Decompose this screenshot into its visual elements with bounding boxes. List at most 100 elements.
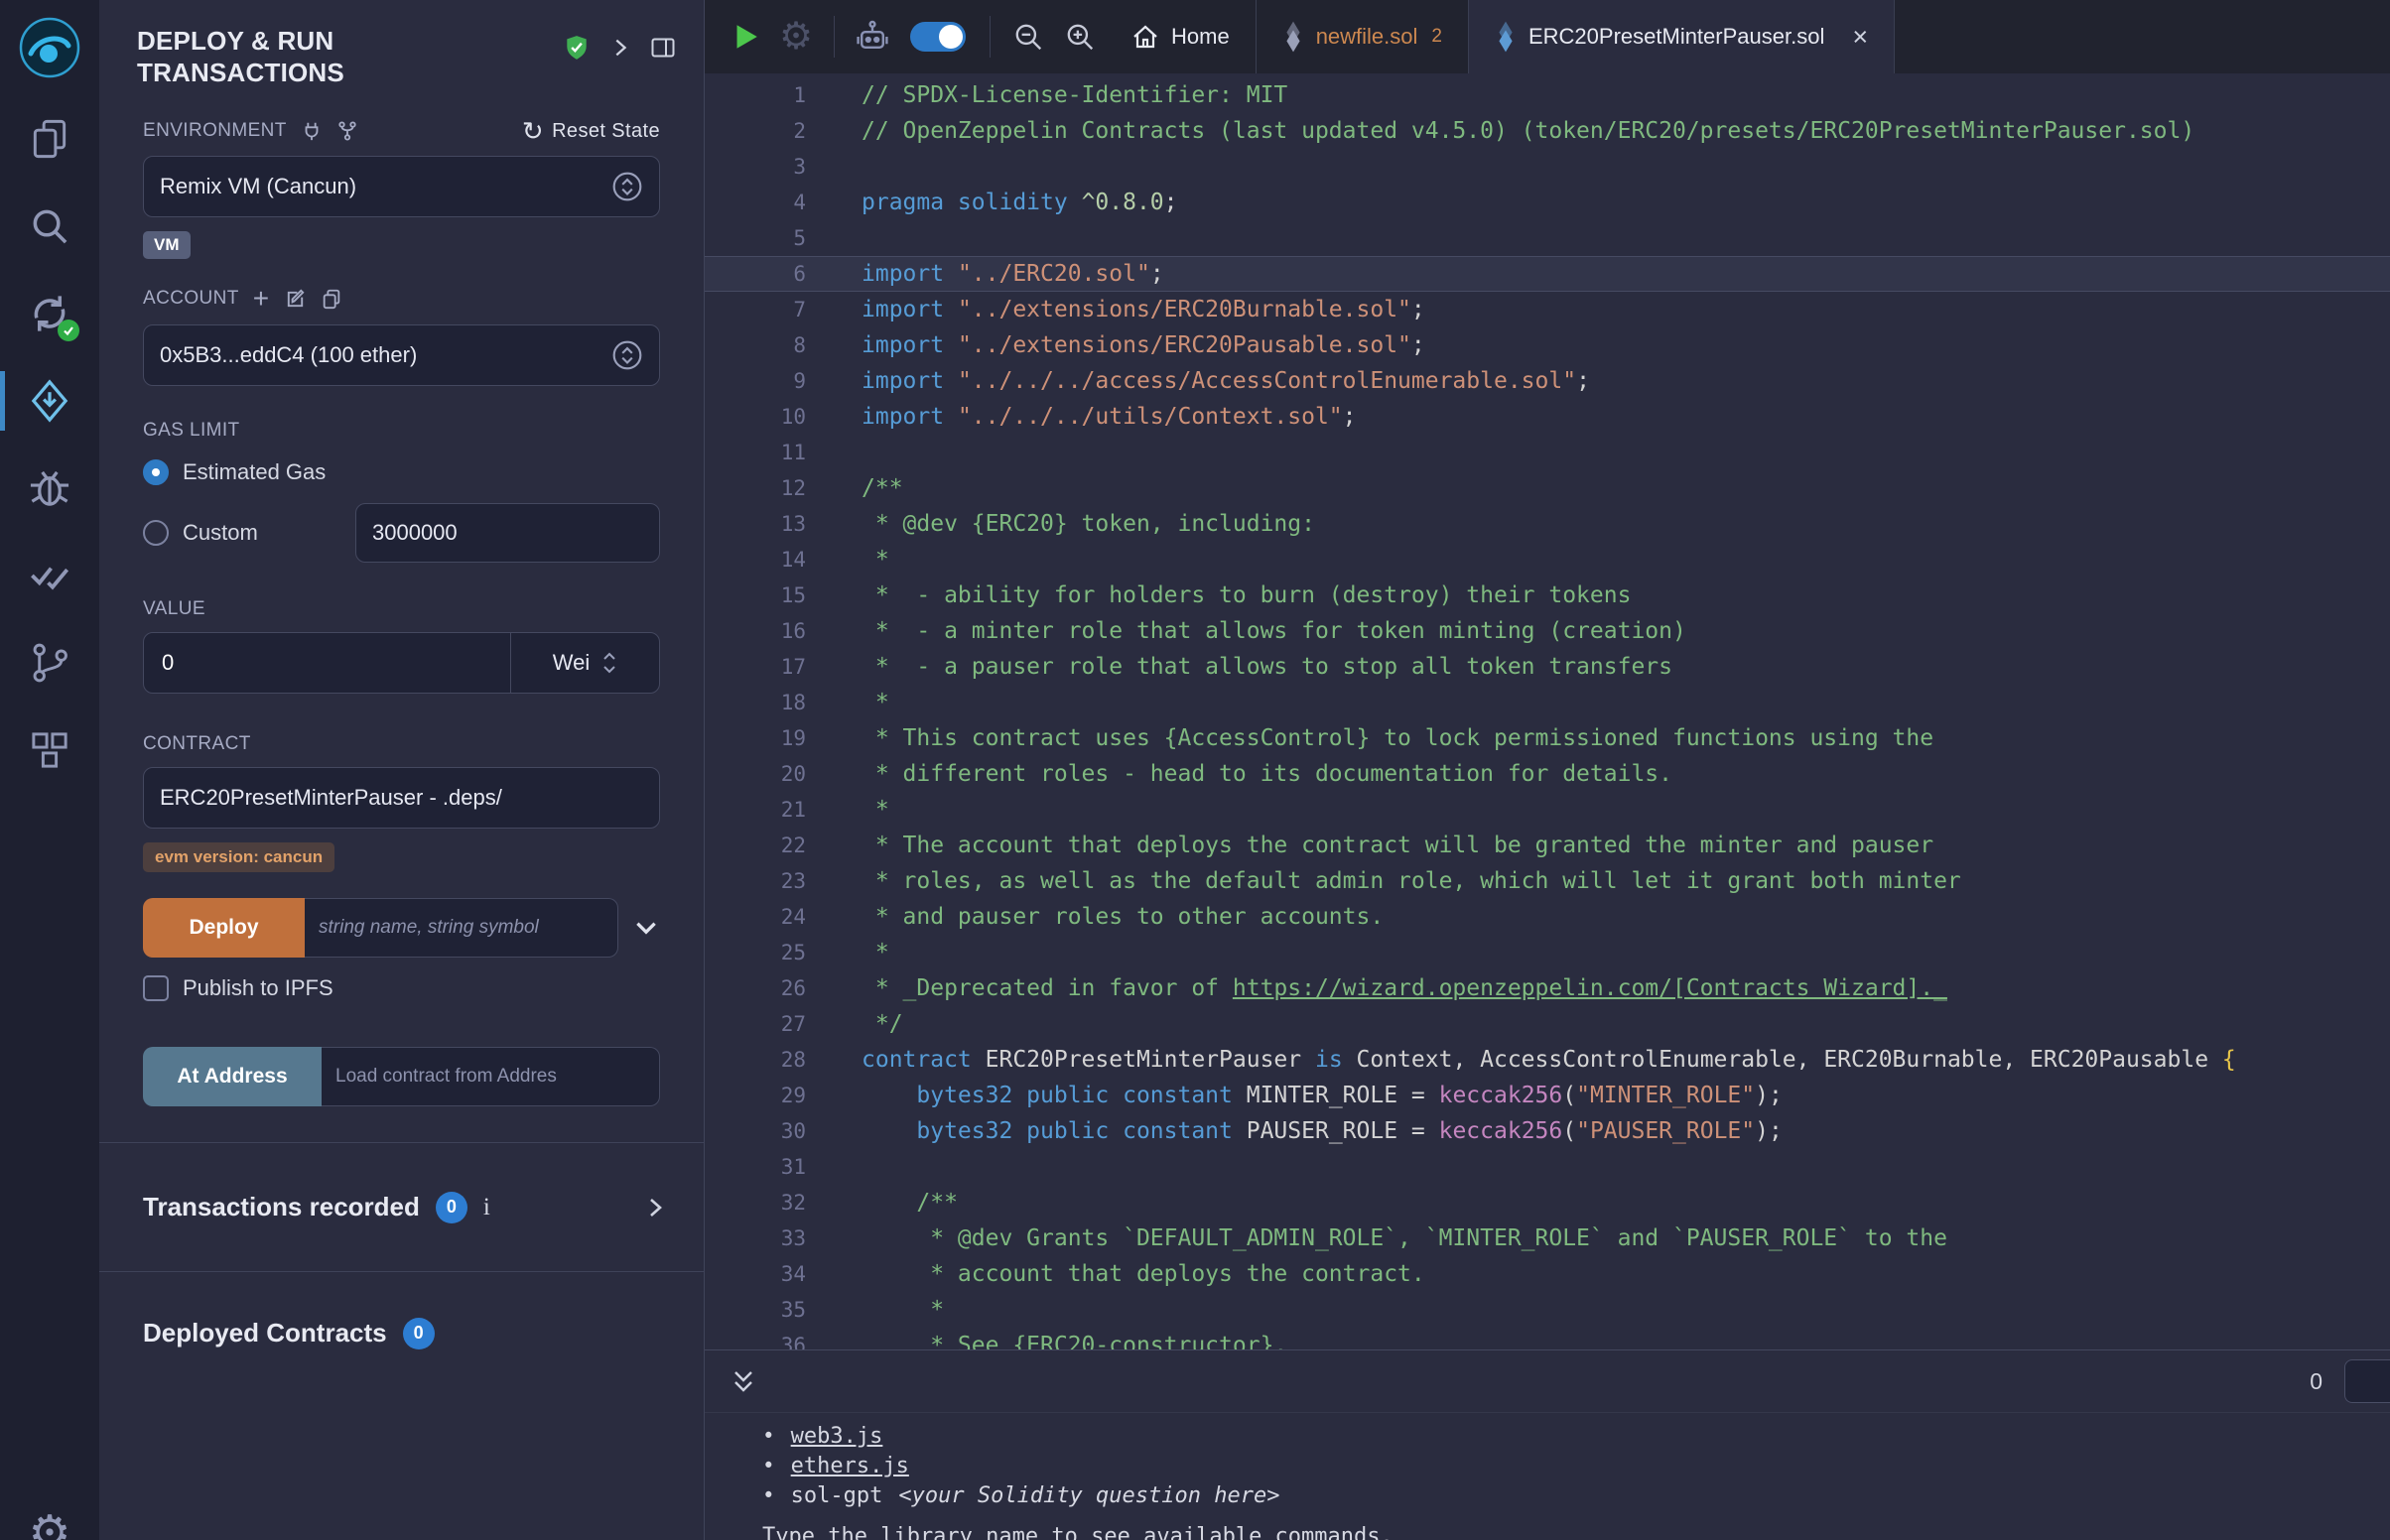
terminal-library-link[interactable]: web3.js bbox=[791, 1424, 883, 1449]
code-line-1[interactable]: 1// SPDX-License-Identifier: MIT bbox=[705, 77, 2390, 113]
copy-account-icon[interactable] bbox=[321, 288, 342, 310]
code-line-21[interactable]: 21 * bbox=[705, 792, 2390, 828]
file-explorer-icon[interactable] bbox=[0, 95, 99, 183]
code-line-31[interactable]: 31 bbox=[705, 1149, 2390, 1185]
code-line-34[interactable]: 34 * account that deploys the contract. bbox=[705, 1256, 2390, 1292]
code-line-24[interactable]: 24 * and pauser roles to other accounts. bbox=[705, 899, 2390, 935]
code-line-11[interactable]: 11 bbox=[705, 435, 2390, 470]
custom-gas-radio[interactable] bbox=[143, 520, 169, 546]
ai-copilot-icon[interactable] bbox=[847, 10, 898, 64]
value-input[interactable] bbox=[144, 650, 510, 676]
split-view-icon[interactable] bbox=[650, 35, 676, 61]
code-line-17[interactable]: 17 * - a pauser role that allows to stop… bbox=[705, 649, 2390, 685]
reset-state-button[interactable]: ↻ Reset State bbox=[522, 118, 660, 144]
at-address-input[interactable] bbox=[322, 1047, 660, 1106]
code-line-15[interactable]: 15 * - ability for holders to burn (dest… bbox=[705, 578, 2390, 613]
custom-gas-input[interactable] bbox=[355, 503, 660, 563]
code-line-10[interactable]: 10import "../../../utils/Context.sol"; bbox=[705, 399, 2390, 435]
publish-to-ipfs-row[interactable]: Publish to IPFS bbox=[143, 975, 660, 1001]
code-line-5[interactable]: 5 bbox=[705, 220, 2390, 256]
expand-terminal-icon[interactable] bbox=[729, 1366, 758, 1396]
code-line-30[interactable]: 30 bytes32 public constant PAUSER_ROLE =… bbox=[705, 1113, 2390, 1149]
contract-select[interactable]: ERC20PresetMinterPauser - .deps/ bbox=[143, 767, 660, 829]
code-line-16[interactable]: 16 * - a minter role that allows for tok… bbox=[705, 613, 2390, 649]
bullet-icon: • bbox=[762, 1454, 775, 1477]
ai-copilot-toggle[interactable] bbox=[910, 22, 966, 52]
code-editor[interactable]: 1// SPDX-License-Identifier: MIT2// Open… bbox=[705, 73, 2390, 1349]
tab-home[interactable]: Home bbox=[1106, 0, 1256, 73]
expand-deploy-icon[interactable] bbox=[632, 914, 660, 942]
code-line-12[interactable]: 12/** bbox=[705, 470, 2390, 506]
deploy-run-icon[interactable] bbox=[0, 357, 99, 445]
tab-newfile[interactable]: newfile.sol 2 bbox=[1256, 0, 1468, 73]
remix-logo[interactable] bbox=[0, 0, 99, 95]
code-line-6[interactable]: 6import "../ERC20.sol"; bbox=[705, 256, 2390, 292]
git-icon[interactable] bbox=[0, 619, 99, 706]
bullet-icon: • bbox=[762, 1483, 775, 1507]
select-stepper-icon bbox=[611, 339, 643, 371]
code-line-18[interactable]: 18 * bbox=[705, 685, 2390, 720]
publish-checkbox[interactable] bbox=[143, 975, 169, 1001]
run-button[interactable] bbox=[719, 10, 770, 64]
code-line-28[interactable]: 28contract ERC20PresetMinterPauser is Co… bbox=[705, 1042, 2390, 1078]
line-number: 2 bbox=[705, 113, 814, 149]
code-line-13[interactable]: 13 * @dev {ERC20} token, including: bbox=[705, 506, 2390, 542]
reset-icon: ↻ bbox=[522, 118, 544, 144]
select-stepper-icon bbox=[611, 171, 643, 202]
zoom-in-icon[interactable] bbox=[1054, 10, 1106, 64]
value-unit-select[interactable]: Wei bbox=[510, 633, 659, 693]
code-line-23[interactable]: 23 * roles, as well as the default admin… bbox=[705, 863, 2390, 899]
terminal-search-input[interactable] bbox=[2344, 1359, 2390, 1403]
unit-testing-icon[interactable] bbox=[0, 532, 99, 619]
publish-label: Publish to IPFS bbox=[183, 975, 333, 1001]
code-line-29[interactable]: 29 bytes32 public constant MINTER_ROLE =… bbox=[705, 1078, 2390, 1113]
code-line-4[interactable]: 4pragma solidity ^0.8.0; bbox=[705, 185, 2390, 220]
pin-panel-icon[interactable] bbox=[608, 36, 632, 60]
environment-select[interactable]: Remix VM (Cancun) bbox=[143, 156, 660, 217]
estimated-gas-radio[interactable] bbox=[143, 459, 169, 485]
code-line-8[interactable]: 8import "../extensions/ERC20Pausable.sol… bbox=[705, 327, 2390, 363]
code-line-20[interactable]: 20 * different roles - head to its docum… bbox=[705, 756, 2390, 792]
line-number: 9 bbox=[705, 363, 814, 399]
settings-icon[interactable]: ⚙ bbox=[0, 1510, 99, 1540]
code-line-36[interactable]: 36 * See {ERC20-constructor}. bbox=[705, 1328, 2390, 1349]
plugins-icon[interactable] bbox=[0, 706, 99, 794]
account-select[interactable]: 0x5B3...eddC4 (100 ether) bbox=[143, 324, 660, 386]
code-line-9[interactable]: 9import "../../../access/AccessControlEn… bbox=[705, 363, 2390, 399]
line-number: 6 bbox=[705, 256, 814, 292]
add-account-icon[interactable]: + bbox=[253, 285, 270, 313]
close-tab-icon[interactable]: × bbox=[1852, 24, 1868, 51]
tab-erc20-preset-minter-pauser[interactable]: ERC20PresetMinterPauser.sol × bbox=[1468, 0, 1895, 73]
constructor-args-input[interactable] bbox=[305, 898, 618, 958]
terminal-output[interactable]: •web3.js•ethers.js•sol-gpt <your Solidit… bbox=[705, 1413, 2390, 1540]
fork-environment-icon[interactable] bbox=[336, 120, 358, 142]
plug-icon[interactable] bbox=[301, 120, 323, 142]
terminal-library-link[interactable]: ethers.js bbox=[791, 1454, 909, 1478]
gas-limit-label: GAS LIMIT bbox=[143, 420, 240, 442]
search-icon[interactable] bbox=[0, 183, 99, 270]
deploy-button[interactable]: Deploy bbox=[143, 898, 305, 958]
code-line-33[interactable]: 33 * @dev Grants `DEFAULT_ADMIN_ROLE`, `… bbox=[705, 1220, 2390, 1256]
code-line-3[interactable]: 3 bbox=[705, 149, 2390, 185]
run-script-icon[interactable]: ⚙ bbox=[770, 10, 822, 64]
solidity-compiler-icon[interactable] bbox=[0, 270, 99, 357]
at-address-button[interactable]: At Address bbox=[143, 1047, 322, 1106]
code-line-7[interactable]: 7import "../extensions/ERC20Burnable.sol… bbox=[705, 292, 2390, 327]
code-line-25[interactable]: 25 * bbox=[705, 935, 2390, 970]
code-line-19[interactable]: 19 * This contract uses {AccessControl} … bbox=[705, 720, 2390, 756]
debugger-icon[interactable] bbox=[0, 445, 99, 532]
deployed-contracts-row: Deployed Contracts 0 bbox=[99, 1271, 704, 1394]
code-line-14[interactable]: 14 * bbox=[705, 542, 2390, 578]
code-line-32[interactable]: 32 /** bbox=[705, 1185, 2390, 1220]
code-line-2[interactable]: 2// OpenZeppelin Contracts (last updated… bbox=[705, 113, 2390, 149]
line-number: 28 bbox=[705, 1042, 814, 1078]
chevron-right-icon[interactable] bbox=[642, 1195, 668, 1220]
transactions-recorded-row[interactable]: Transactions recorded 0 i bbox=[99, 1142, 704, 1271]
code-line-22[interactable]: 22 * The account that deploys the contra… bbox=[705, 828, 2390, 863]
terminal-command: sol-gpt bbox=[791, 1483, 883, 1508]
zoom-out-icon[interactable] bbox=[1002, 10, 1054, 64]
code-line-35[interactable]: 35 * bbox=[705, 1292, 2390, 1328]
sign-message-icon[interactable] bbox=[284, 288, 307, 311]
code-line-26[interactable]: 26 * _Deprecated in favor of https://wiz… bbox=[705, 970, 2390, 1006]
code-line-27[interactable]: 27 */ bbox=[705, 1006, 2390, 1042]
